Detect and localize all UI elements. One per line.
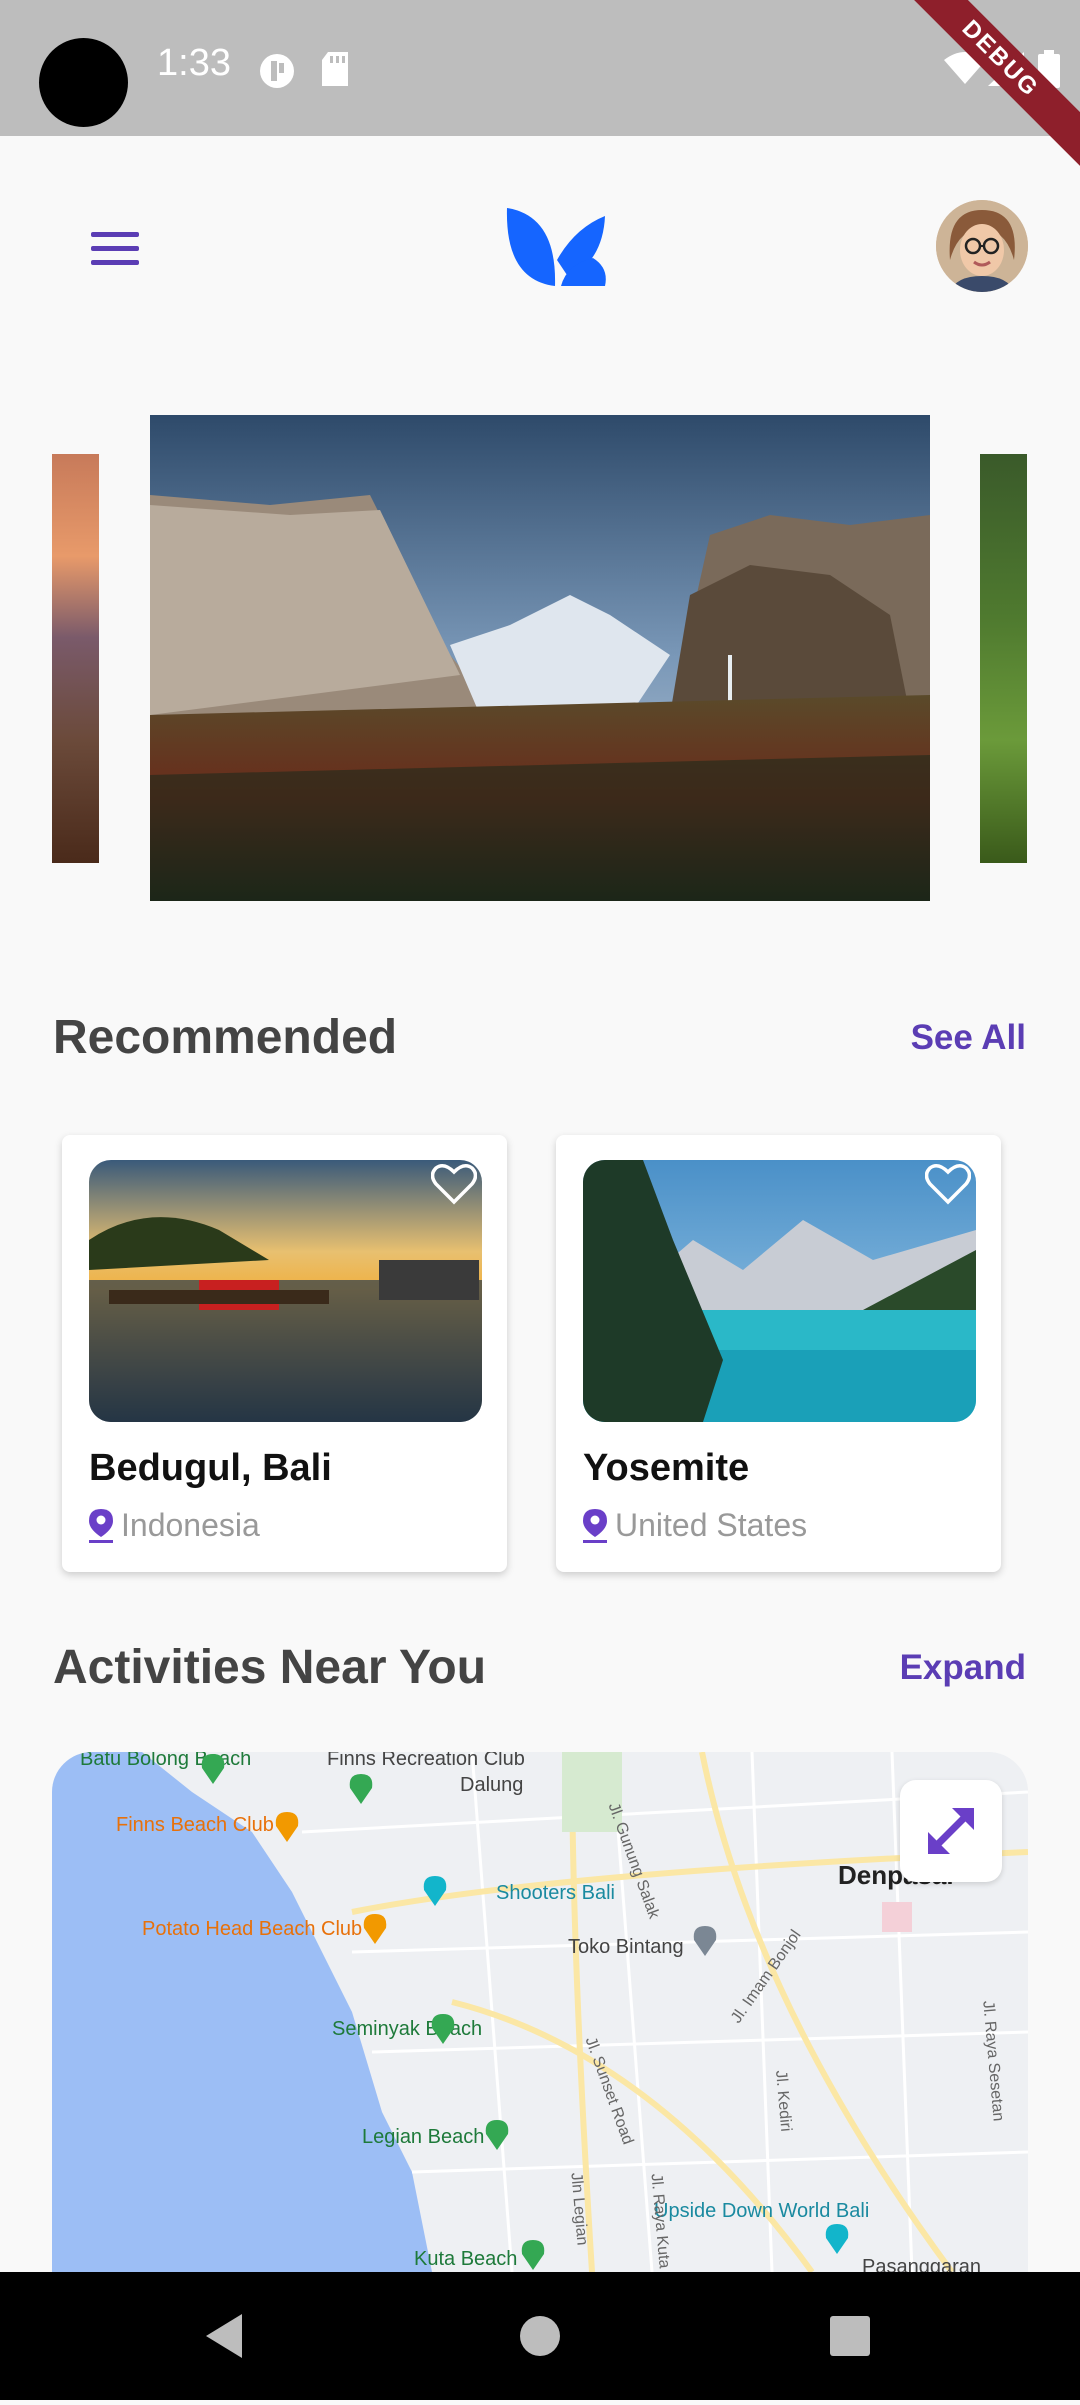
destination-country: United States <box>615 1507 808 1543</box>
map-label-potato-head: Potato Head Beach Club <box>142 1918 363 1940</box>
beach-pin-icon[interactable] <box>484 2118 510 2150</box>
carousel-image-featured[interactable] <box>150 415 930 901</box>
debug-banner: DEBUG <box>880 0 1080 179</box>
activity-pin-icon[interactable] <box>824 2222 850 2254</box>
user-avatar[interactable] <box>936 200 1028 292</box>
destination-title: Yosemite <box>583 1447 750 1489</box>
carousel-image-previous[interactable] <box>52 454 99 863</box>
sd-card-icon <box>322 52 348 86</box>
camera-cutout <box>39 38 128 127</box>
destination-card[interactable]: Yosemite United States <box>556 1135 1001 1572</box>
recents-button[interactable] <box>790 2272 910 2400</box>
home-button[interactable] <box>480 2272 600 2400</box>
home-icon <box>520 2316 560 2356</box>
beach-pin-icon[interactable] <box>430 2012 456 2044</box>
recents-icon <box>830 2316 870 2356</box>
carousel-image-next[interactable] <box>980 454 1027 863</box>
map-label-seminyak: Seminyak Beach <box>332 2018 483 2040</box>
map-label-upside-down: Upside Down World Bali <box>654 2200 870 2222</box>
circle-badge-icon <box>260 54 294 88</box>
destination-card[interactable]: Bedugul, Bali Indonesia <box>62 1135 507 1572</box>
app-logo-icon <box>506 208 606 286</box>
favorite-heart-icon[interactable] <box>431 1163 477 1205</box>
favorite-heart-icon[interactable] <box>925 1163 971 1205</box>
destination-image <box>89 1160 482 1422</box>
activity-pin-icon[interactable] <box>422 1874 448 1906</box>
back-icon <box>206 2314 242 2358</box>
activities-title: Activities Near You <box>53 1641 487 1694</box>
expand-link[interactable]: Expand <box>900 1648 1026 1688</box>
destination-location: Indonesia <box>89 1507 260 1544</box>
recommended-title: Recommended <box>53 1011 398 1064</box>
beach-pin-icon[interactable] <box>520 2238 546 2270</box>
beach-pin-icon[interactable] <box>200 1752 226 1784</box>
activities-map[interactable]: Batu Bolong Beach Finns Recreation Club … <box>52 1752 1028 2272</box>
map-label-legian: Legian Beach <box>362 2126 485 2148</box>
restaurant-pin-icon[interactable] <box>274 1810 300 1842</box>
map-label-kuta: Kuta Beach <box>414 2248 518 2270</box>
map-label-shooters: Shooters Bali <box>496 1882 615 1904</box>
location-pin-icon <box>89 1508 113 1543</box>
map-label-dalung: Dalung <box>460 1774 524 1796</box>
map-label-toko-bintang: Toko Bintang <box>568 1936 684 1958</box>
status-time: 1:33 <box>157 42 231 84</box>
location-pin-icon <box>583 1508 607 1543</box>
system-nav-bar <box>0 2272 1080 2400</box>
hamburger-menu-icon[interactable] <box>91 232 139 266</box>
map-label-finns-recreation: Finns Recreation Club <box>327 1752 525 1770</box>
map-label-finns-beach: Finns Beach Club <box>116 1814 274 1836</box>
place-pin-icon[interactable] <box>692 1924 718 1956</box>
back-button[interactable] <box>166 2272 286 2400</box>
see-all-link[interactable]: See All <box>911 1018 1026 1058</box>
expand-arrows-icon <box>928 1808 974 1854</box>
map-label-pasanggaran: Pasanggaran <box>862 2256 981 2272</box>
restaurant-pin-icon[interactable] <box>362 1912 388 1944</box>
destination-image <box>583 1160 976 1422</box>
destination-country: Indonesia <box>121 1507 260 1543</box>
map-expand-button[interactable] <box>900 1780 1002 1882</box>
status-bar: 1:33 DEBUG <box>0 0 1080 179</box>
destination-title: Bedugul, Bali <box>89 1447 332 1489</box>
destination-location: United States <box>583 1507 807 1544</box>
park-pin-icon[interactable] <box>348 1772 374 1804</box>
